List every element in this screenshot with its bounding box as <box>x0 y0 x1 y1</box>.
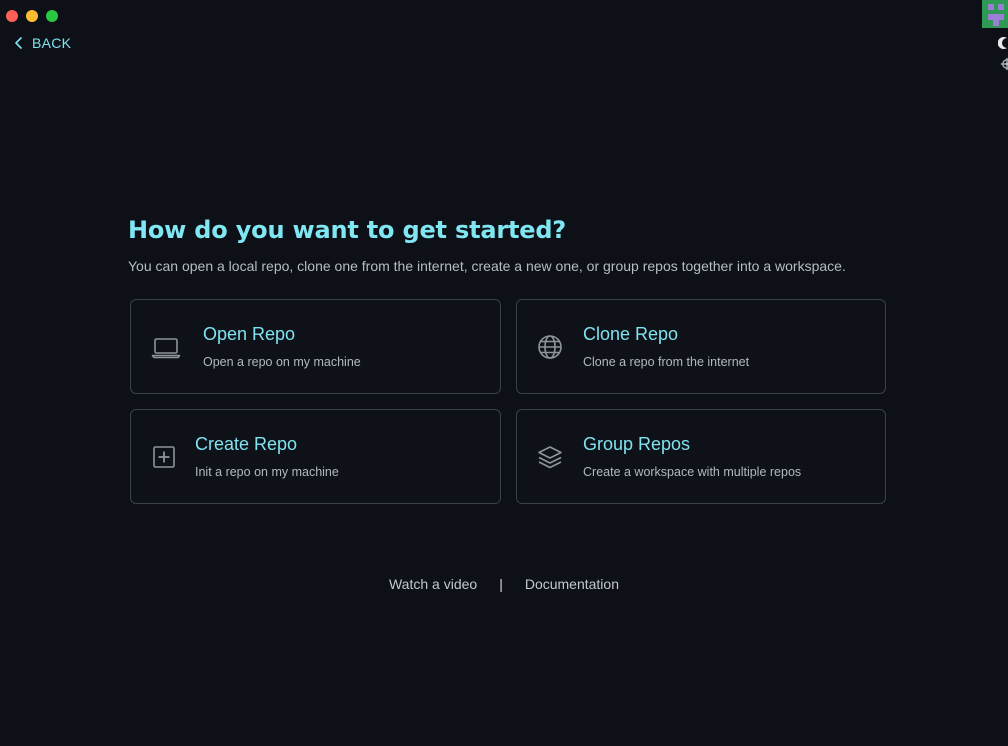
getting-started-header: How do you want to get started? You can … <box>128 216 888 274</box>
options-grid: Open Repo Open a repo on my machine Clon… <box>130 299 886 504</box>
create-repo-description: Init a repo on my machine <box>195 465 339 479</box>
create-repo-card[interactable]: Create Repo Init a repo on my machine <box>130 409 501 504</box>
group-repos-description: Create a workspace with multiple repos <box>583 465 802 479</box>
create-repo-title: Create Repo <box>195 434 298 454</box>
clone-repo-card[interactable]: Clone Repo Clone a repo from the interne… <box>516 299 886 394</box>
clone-repo-description: Clone a repo from the internet <box>583 355 750 369</box>
moon-icon[interactable] <box>998 37 1008 49</box>
avatar[interactable] <box>982 0 1008 28</box>
documentation-link[interactable]: Documentation <box>525 576 619 592</box>
app-window: BACK How do you want to get started? You… <box>0 0 1008 746</box>
layers-icon <box>538 445 562 468</box>
clone-repo-title: Clone Repo <box>583 324 679 344</box>
open-repo-title: Open Repo <box>203 324 296 344</box>
maximize-window-button[interactable] <box>46 10 58 22</box>
page-title: How do you want to get started? <box>128 216 567 244</box>
window-controls <box>6 10 58 22</box>
plus-square-icon <box>153 445 175 468</box>
open-repo-card[interactable]: Open Repo Open a repo on my machine <box>130 299 501 394</box>
footer-links: Watch a video | Documentation <box>0 576 1008 592</box>
close-window-button[interactable] <box>6 10 18 22</box>
group-repos-card[interactable]: Group Repos Create a workspace with mult… <box>516 409 886 504</box>
gear-icon[interactable] <box>998 57 1008 71</box>
open-repo-description: Open a repo on my machine <box>203 355 361 369</box>
group-repos-title: Group Repos <box>583 434 691 454</box>
back-label: BACK <box>32 35 72 51</box>
laptop-icon <box>151 337 181 358</box>
back-button[interactable]: BACK <box>14 35 71 51</box>
footer-separator: | <box>499 576 503 592</box>
page-subtitle: You can open a local repo, clone one fro… <box>128 258 846 274</box>
globe-icon <box>538 334 562 359</box>
watch-video-link[interactable]: Watch a video <box>389 576 477 592</box>
chevron-left-icon <box>15 37 22 49</box>
minimize-window-button[interactable] <box>26 10 38 22</box>
